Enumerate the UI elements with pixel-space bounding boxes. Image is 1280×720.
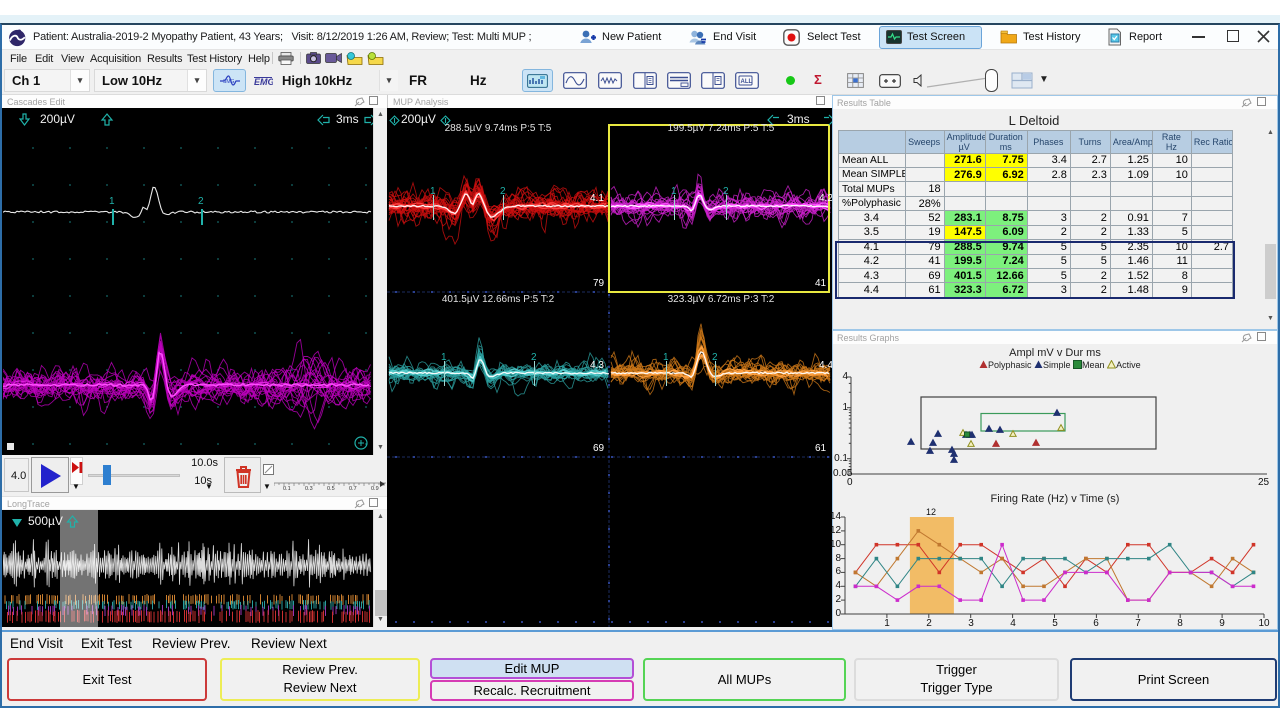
svg-text:SMG: SMG: [223, 79, 235, 85]
svg-text:0.5: 0.5: [327, 486, 335, 492]
svg-text:0.3: 0.3: [305, 486, 313, 492]
svg-text:ALL: ALL: [741, 79, 753, 85]
svg-text:0.1: 0.1: [283, 486, 291, 492]
svg-text:0.7: 0.7: [349, 486, 357, 492]
svg-text:0.9: 0.9: [371, 486, 379, 492]
svg-text:EMG: EMG: [254, 77, 273, 87]
